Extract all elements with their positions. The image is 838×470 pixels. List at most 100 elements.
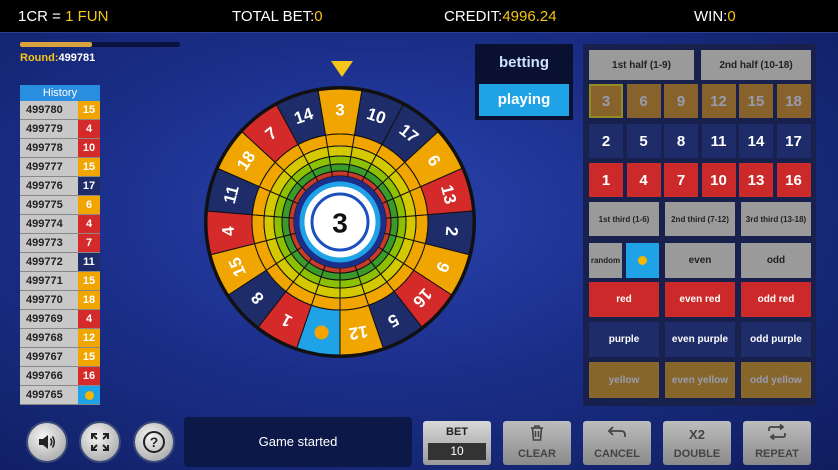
betting-tab[interactable]: betting	[479, 48, 569, 78]
help-icon: ?	[143, 431, 165, 453]
history-result: 10	[78, 139, 100, 157]
win-label: WIN:	[694, 8, 728, 25]
bet-number[interactable]: 16	[776, 163, 811, 197]
history-round-id: 499780	[20, 101, 78, 119]
history-result: 16	[78, 367, 100, 385]
bet-random[interactable]: random	[589, 243, 622, 278]
repeat-button[interactable]: REPEAT	[743, 421, 811, 465]
bet-number[interactable]: 7	[664, 163, 698, 197]
history-row: 499774 4	[20, 215, 100, 234]
double-icon: X2	[689, 427, 705, 442]
bet-odd-red[interactable]: odd red	[741, 282, 811, 317]
history-row: 499770 18	[20, 291, 100, 310]
history-row: 499779 4	[20, 120, 100, 139]
history-round-id: 499771	[20, 272, 78, 290]
bet-odd-purple[interactable]: odd purple	[741, 322, 811, 357]
bet-number[interactable]: 13	[739, 163, 773, 197]
bet-number[interactable]: 8	[664, 124, 698, 158]
history-result: 4	[78, 215, 100, 233]
fullscreen-button[interactable]	[79, 421, 121, 463]
wheel-pointer-icon	[331, 61, 353, 77]
history-panel: History 499780 15 499779 4 499778 10 499777 15 4…	[20, 85, 100, 405]
zero-dot-icon	[638, 256, 647, 265]
history-row: 499771 15	[20, 272, 100, 291]
clear-button[interactable]: CLEAR	[503, 421, 571, 465]
fullscreen-icon	[91, 433, 109, 451]
bet-number[interactable]: 17	[776, 124, 811, 158]
history-round-id: 499767	[20, 348, 78, 366]
bet-second-half[interactable]: 2nd half (10-18)	[701, 50, 811, 80]
wheel-result: 3	[332, 208, 348, 239]
wheel-svg: 3 101761329165121815411187143	[204, 86, 476, 358]
total-bet-label: TOTAL BET:	[232, 8, 315, 25]
bet-zero[interactable]	[626, 243, 659, 278]
bet-odd[interactable]: odd	[741, 243, 811, 278]
bet-odd-yellow[interactable]: odd yellow	[741, 362, 811, 398]
history-round-id: 499772	[20, 253, 78, 271]
bet-purple[interactable]: purple	[589, 322, 659, 357]
bet-number[interactable]: 15	[739, 84, 773, 118]
history-row: 499780 15	[20, 101, 100, 120]
bet-number[interactable]: 5	[626, 124, 661, 158]
zero-dot-icon	[84, 390, 94, 400]
playing-tab[interactable]: playing	[479, 84, 569, 116]
bet-third-third[interactable]: 3rd third (13-18)	[741, 202, 811, 236]
double-button[interactable]: X2 DOUBLE	[663, 421, 731, 465]
bet-number[interactable]: 1	[589, 163, 623, 197]
bet-number[interactable]: 18	[776, 84, 811, 118]
betting-board: 1st half (1-9) 2nd half (10-18) 3 6 9 12 15 1…	[583, 44, 816, 406]
bet-selector[interactable]: BET 10	[423, 421, 491, 465]
history-round-id: 499773	[20, 234, 78, 252]
history-row: 499778 10	[20, 139, 100, 158]
history-result: 15	[78, 272, 100, 290]
bet-even-yellow[interactable]: even yellow	[665, 362, 735, 398]
history-result: 4	[78, 310, 100, 328]
history-row: 499777 15	[20, 158, 100, 177]
cancel-button[interactable]: CANCEL	[583, 421, 651, 465]
total-bet-display: TOTAL BET:0	[232, 8, 323, 25]
bet-number[interactable]: 3	[589, 84, 623, 118]
clear-label: CLEAR	[518, 448, 556, 460]
history-row: 499769 4	[20, 310, 100, 329]
history-row: 499776 17	[20, 177, 100, 196]
wheel-number: 3	[335, 101, 344, 120]
history-row: 499765	[20, 386, 100, 405]
bet-label: BET	[446, 426, 468, 438]
history-result: 12	[78, 329, 100, 347]
history-row: 499775 6	[20, 196, 100, 215]
history-result: 15	[78, 101, 100, 119]
history-result: 11	[78, 253, 100, 271]
round-label: Round:	[20, 52, 59, 64]
history-round-id: 499766	[20, 367, 78, 385]
bet-number[interactable]: 11	[701, 124, 736, 158]
bet-even-purple[interactable]: even purple	[665, 322, 735, 357]
double-label: DOUBLE	[673, 448, 721, 460]
help-button[interactable]: ?	[133, 421, 175, 463]
history-round-id: 499768	[20, 329, 78, 347]
repeat-label: REPEAT	[755, 448, 799, 460]
wheel-band	[326, 145, 354, 158]
bet-second-third[interactable]: 2nd third (7-12)	[665, 202, 735, 236]
bet-number[interactable]: 2	[589, 124, 623, 158]
repeat-icon	[743, 423, 811, 444]
history-round-id: 499776	[20, 177, 78, 195]
bet-number[interactable]: 4	[626, 163, 661, 197]
history-round-id: 499770	[20, 291, 78, 309]
total-bet-value: 0	[314, 8, 323, 25]
bet-number[interactable]: 9	[664, 84, 698, 118]
bet-number[interactable]: 12	[701, 84, 736, 118]
history-round-id: 499769	[20, 310, 78, 328]
bet-number[interactable]: 14	[739, 124, 773, 158]
trash-icon	[503, 424, 571, 446]
sound-button[interactable]	[26, 421, 68, 463]
bet-red[interactable]: red	[589, 282, 659, 317]
bet-number[interactable]: 10	[701, 163, 736, 197]
bet-yellow[interactable]: yellow	[589, 362, 659, 398]
bet-even[interactable]: even	[665, 243, 735, 278]
credit-value: 4996.24	[502, 8, 557, 25]
bet-number[interactable]: 6	[626, 84, 661, 118]
bet-first-third[interactable]: 1st third (1-6)	[589, 202, 659, 236]
bet-first-half[interactable]: 1st half (1-9)	[589, 50, 694, 80]
bet-even-red[interactable]: even red	[665, 282, 735, 317]
history-result: 7	[78, 234, 100, 252]
